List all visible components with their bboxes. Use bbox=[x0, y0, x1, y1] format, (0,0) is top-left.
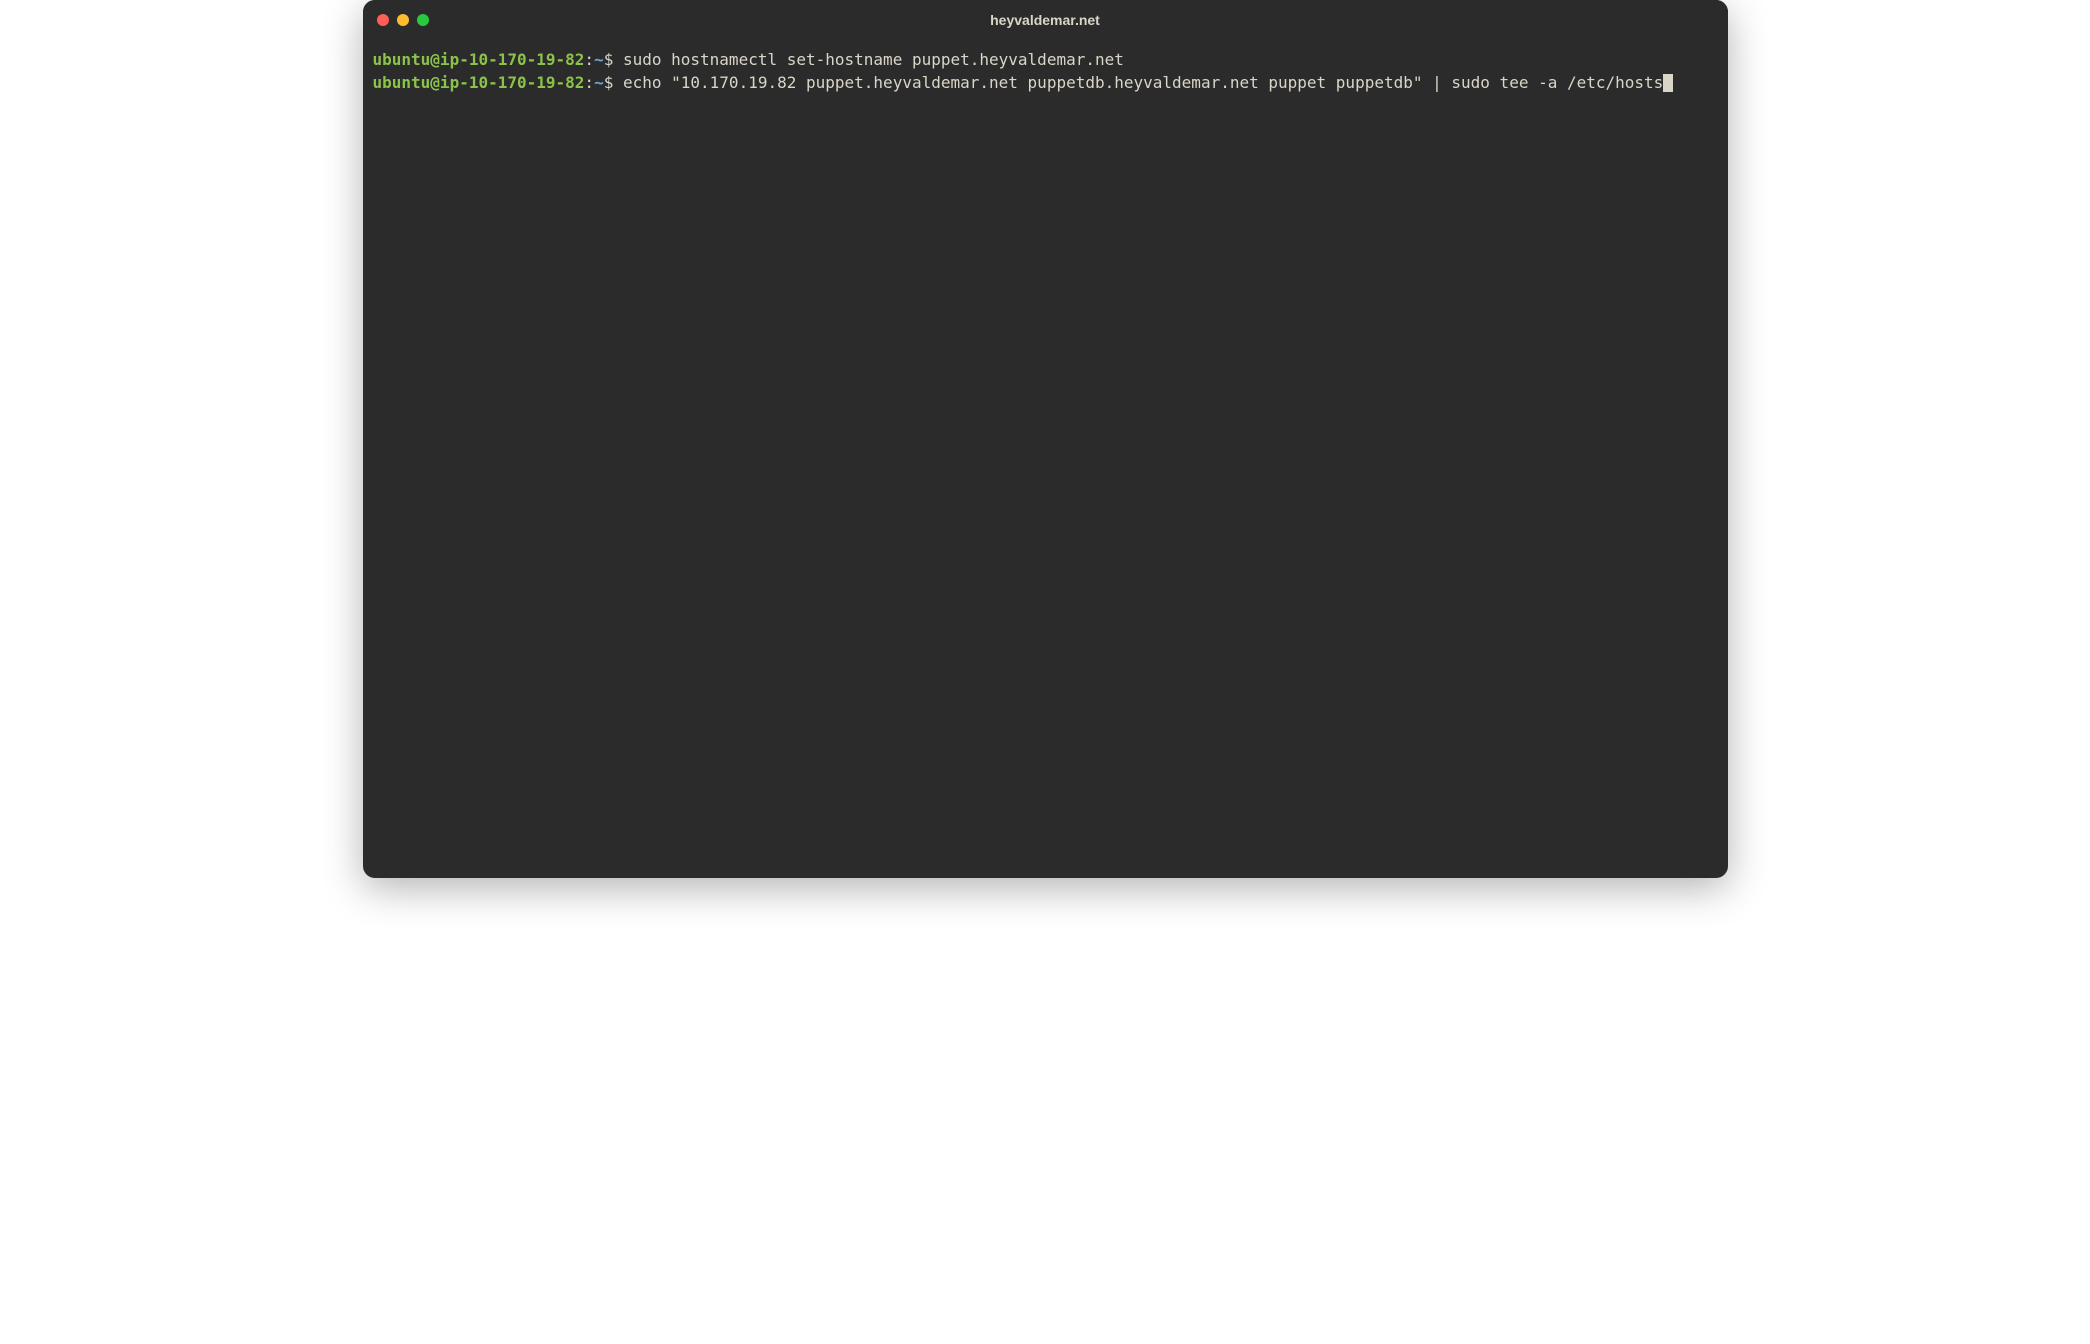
close-icon[interactable] bbox=[377, 14, 389, 26]
prompt-path: ~ bbox=[594, 73, 604, 92]
minimize-icon[interactable] bbox=[397, 14, 409, 26]
traffic-lights bbox=[377, 14, 429, 26]
command-text: echo "10.170.19.82 puppet.heyvaldemar.ne… bbox=[623, 73, 1663, 92]
terminal-window: heyvaldemar.net ubuntu@ip-10-170-19-82:~… bbox=[363, 0, 1728, 878]
window-title: heyvaldemar.net bbox=[363, 12, 1728, 28]
terminal-body[interactable]: ubuntu@ip-10-170-19-82:~$ sudo hostnamec… bbox=[363, 40, 1728, 878]
prompt-user-host: ubuntu@ip-10-170-19-82 bbox=[373, 50, 585, 69]
cursor-icon bbox=[1663, 74, 1673, 92]
terminal-line: ubuntu@ip-10-170-19-82:~$ echo "10.170.1… bbox=[373, 73, 1673, 92]
prompt-colon: : bbox=[584, 73, 594, 92]
prompt-user-host: ubuntu@ip-10-170-19-82 bbox=[373, 73, 585, 92]
titlebar[interactable]: heyvaldemar.net bbox=[363, 0, 1728, 40]
maximize-icon[interactable] bbox=[417, 14, 429, 26]
prompt-symbol: $ bbox=[604, 50, 623, 69]
prompt-colon: : bbox=[584, 50, 594, 69]
command-text: sudo hostnamectl set-hostname puppet.hey… bbox=[623, 50, 1124, 69]
prompt-symbol: $ bbox=[604, 73, 623, 92]
prompt-path: ~ bbox=[594, 50, 604, 69]
terminal-line: ubuntu@ip-10-170-19-82:~$ sudo hostnamec… bbox=[373, 50, 1124, 69]
